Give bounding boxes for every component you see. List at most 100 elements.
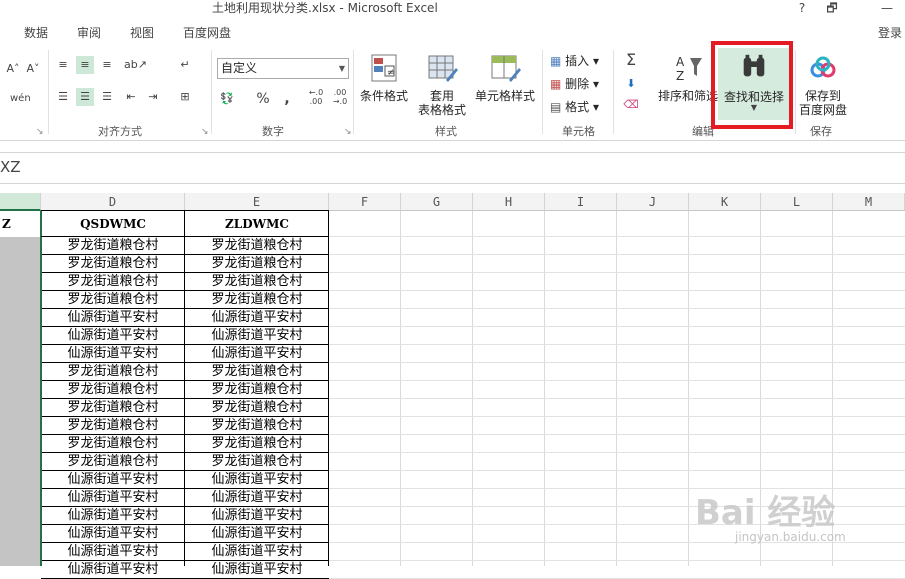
tab-baidu-netdisk[interactable]: 百度网盘 xyxy=(183,24,231,41)
minimize-button[interactable]: — xyxy=(876,0,898,16)
sort-filter-button[interactable]: AZ 排序和筛选 xyxy=(657,52,719,103)
table-cell[interactable]: 仙源街道平安村 xyxy=(41,543,185,561)
align-left-icon[interactable]: ☰ xyxy=(54,88,72,106)
table-cell[interactable]: 仙源街道平安村 xyxy=(41,345,185,363)
alignment-dialog-launcher-icon[interactable]: ↘ xyxy=(201,127,209,137)
column-header-g[interactable]: G xyxy=(401,193,473,211)
column-header-d[interactable]: D xyxy=(41,193,185,211)
format-button[interactable]: ▤ 格式 ▾ xyxy=(550,98,599,115)
table-cell[interactable]: 仙源街道平安村 xyxy=(41,471,185,489)
table-cell[interactable]: 罗龙街道粮仓村 xyxy=(41,237,185,255)
increase-font-icon[interactable]: A˄ xyxy=(4,60,22,78)
table-cell[interactable]: 罗龙街道粮仓村 xyxy=(41,291,185,309)
table-cell[interactable]: 仙源街道平安村 xyxy=(41,507,185,525)
currency-icon[interactable]: 💱 xyxy=(218,90,236,108)
wrap-text-icon[interactable]: ↵ xyxy=(176,56,194,74)
table-cell[interactable]: 罗龙街道粮仓村 xyxy=(185,291,329,309)
header-qsdwmc[interactable]: QSDWMC xyxy=(41,211,185,237)
table-cell[interactable]: 仙源街道平安村 xyxy=(41,489,185,507)
percent-style-icon[interactable]: % xyxy=(254,90,272,108)
table-cell[interactable]: 罗龙街道粮仓村 xyxy=(185,237,329,255)
column-header-m[interactable]: M xyxy=(833,193,905,211)
help-button[interactable]: ? xyxy=(792,0,812,16)
cell-styles-button[interactable]: 单元格样式 xyxy=(473,52,537,103)
align-bottom-icon[interactable]: ≡ xyxy=(98,56,116,74)
decrease-indent-icon[interactable]: ⇤ xyxy=(122,88,140,106)
column-header-h[interactable]: H xyxy=(473,193,545,211)
table-cell[interactable]: 仙源街道平安村 xyxy=(41,309,185,327)
table-cell[interactable]: 仙源街道平安村 xyxy=(185,471,329,489)
clear-icon[interactable]: ⌫ xyxy=(622,96,640,114)
tab-review[interactable]: 审阅 xyxy=(77,24,101,41)
increase-decimal-icon[interactable]: ←.0.00 xyxy=(306,88,326,106)
tab-view[interactable]: 视图 xyxy=(130,24,154,41)
align-top-icon[interactable]: ≡ xyxy=(54,56,72,74)
grid-line xyxy=(329,362,905,363)
column-header-l[interactable]: L xyxy=(761,193,833,211)
autosum-icon[interactable]: Σ xyxy=(622,51,640,69)
table-cell[interactable]: 罗龙街道粮仓村 xyxy=(185,363,329,381)
signin-link[interactable]: 登录 xyxy=(878,24,902,41)
table-cell[interactable]: 仙源街道平安村 xyxy=(185,309,329,327)
header-zldwmc[interactable]: ZLDWMC xyxy=(185,211,329,237)
table-cell[interactable]: 罗龙街道粮仓村 xyxy=(185,273,329,291)
column-header-f[interactable]: F xyxy=(329,193,401,211)
selected-column-c[interactable] xyxy=(0,211,40,566)
decrease-font-icon[interactable]: A˅ xyxy=(24,60,42,78)
table-cell[interactable]: 罗龙街道粮仓村 xyxy=(41,255,185,273)
table-cell[interactable]: 仙源街道平安村 xyxy=(185,543,329,561)
decrease-decimal-icon[interactable]: .00 →.0 xyxy=(330,88,350,106)
format-as-table-button[interactable]: 套用 表格格式 xyxy=(411,52,473,117)
table-cell[interactable]: 仙源街道平安村 xyxy=(41,327,185,345)
delete-button[interactable]: ▦ 删除 ▾ xyxy=(550,75,599,92)
number-dialog-launcher-icon[interactable]: ↘ xyxy=(344,127,352,137)
table-cell[interactable]: 罗龙街道粮仓村 xyxy=(41,363,185,381)
conditional-formatting-button[interactable]: ≠ 条件格式 xyxy=(357,52,411,103)
table-cell[interactable]: 仙源街道平安村 xyxy=(185,489,329,507)
number-format-select[interactable]: 自定义 ▼ xyxy=(217,58,349,79)
restore-button[interactable]: 🗗 xyxy=(822,0,842,16)
font-dialog-launcher-icon[interactable]: ↘ xyxy=(36,127,44,137)
comma-style-icon[interactable]: , xyxy=(278,90,296,108)
align-right-icon[interactable]: ☰ xyxy=(98,88,116,106)
table-cell[interactable]: 仙源街道平安村 xyxy=(185,525,329,543)
table-cell[interactable]: 仙源街道平安村 xyxy=(41,525,185,543)
column-header-j[interactable]: J xyxy=(617,193,689,211)
table-cell[interactable]: 罗龙街道粮仓村 xyxy=(41,453,185,471)
table-cell[interactable]: 仙源街道平安村 xyxy=(185,345,329,363)
delete-icon: ▦ xyxy=(550,77,562,91)
table-cell[interactable]: 罗龙街道粮仓村 xyxy=(185,255,329,273)
table-cell[interactable]: 仙源街道平安村 xyxy=(185,507,329,525)
align-middle-icon[interactable]: ≡ xyxy=(76,56,94,74)
align-center-icon[interactable]: ☰ xyxy=(76,88,94,106)
table-cell[interactable]: 仙源街道平安村 xyxy=(185,327,329,345)
table-cell[interactable]: 罗龙街道粮仓村 xyxy=(41,399,185,417)
tab-data[interactable]: 数据 xyxy=(24,24,48,41)
merge-center-icon[interactable]: ⊞ xyxy=(176,88,194,106)
table-cell[interactable]: 罗龙街道粮仓村 xyxy=(185,453,329,471)
table-cell[interactable]: 罗龙街道粮仓村 xyxy=(185,399,329,417)
insert-button[interactable]: ▦ 插入 ▾ xyxy=(550,52,599,69)
phonetic-icon[interactable]: wén xyxy=(10,90,31,108)
column-header-c[interactable] xyxy=(0,193,41,211)
formula-bar[interactable]: XZ xyxy=(0,152,905,184)
table-cell[interactable]: 罗龙街道粮仓村 xyxy=(41,273,185,291)
table-cell[interactable]: 罗龙街道粮仓村 xyxy=(41,381,185,399)
column-header-k[interactable]: K xyxy=(689,193,761,211)
table-cell[interactable]: 罗龙街道粮仓村 xyxy=(41,417,185,435)
column-header-i[interactable]: I xyxy=(545,193,617,211)
increase-indent-icon[interactable]: ⇥ xyxy=(144,88,162,106)
table-cell[interactable]: 罗龙街道粮仓村 xyxy=(185,417,329,435)
fill-icon[interactable]: ⬇ xyxy=(622,75,640,93)
format-icon: ▤ xyxy=(550,100,562,114)
save-to-baidu-button[interactable]: 保存到 百度网盘 xyxy=(797,52,849,117)
table-cell[interactable]: 罗龙街道粮仓村 xyxy=(185,381,329,399)
table-cell[interactable]: 仙源街道平安村 xyxy=(41,561,185,579)
orientation-icon[interactable]: ab↗ xyxy=(124,56,147,74)
column-header-e[interactable]: E xyxy=(185,193,329,211)
table-cell[interactable]: 罗龙街道粮仓村 xyxy=(185,435,329,453)
table-cell[interactable]: 罗龙街道粮仓村 xyxy=(41,435,185,453)
baidu-watermark-url: jingyan.baidu.com xyxy=(735,530,846,544)
table-cell[interactable]: 仙源街道平安村 xyxy=(185,561,329,579)
cell-c-header[interactable]: Z xyxy=(0,211,40,237)
